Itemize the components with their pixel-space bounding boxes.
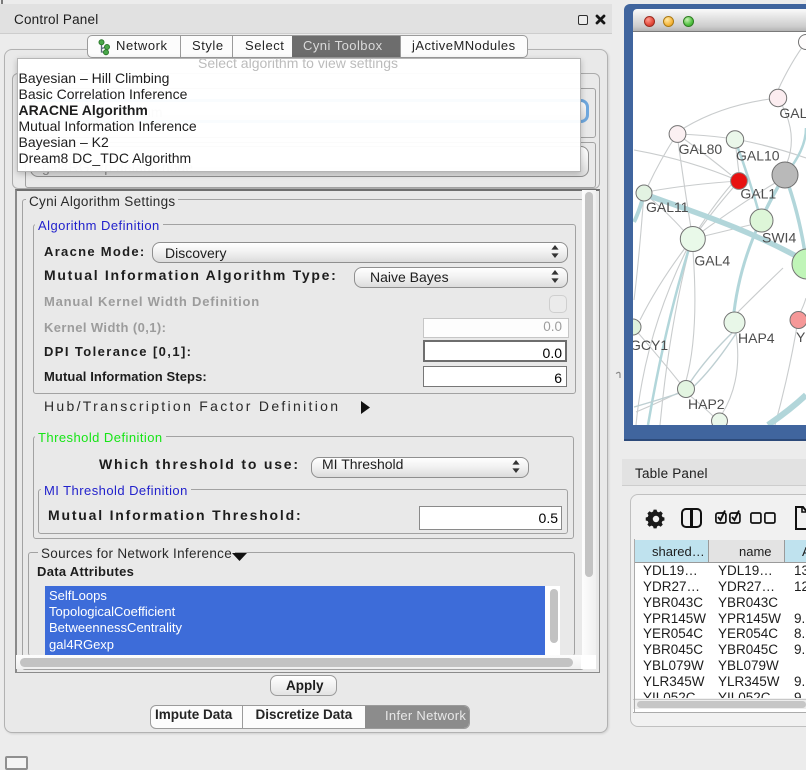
- svg-text:GAL4: GAL4: [694, 252, 730, 268]
- svg-text:GCY1: GCY1: [633, 337, 668, 353]
- svg-text:GAL1: GAL1: [740, 186, 776, 202]
- svg-text:GAL80: GAL80: [679, 141, 723, 157]
- svg-text:HAP2: HAP2: [688, 396, 725, 412]
- svg-text:SWI4: SWI4: [762, 230, 796, 246]
- svg-text:HAP4: HAP4: [738, 330, 775, 346]
- svg-text:GAL11: GAL11: [646, 199, 689, 215]
- svg-text:GAL: GAL: [779, 105, 806, 121]
- svg-text:Y: Y: [796, 329, 806, 345]
- svg-text:GAL10: GAL10: [736, 148, 780, 164]
